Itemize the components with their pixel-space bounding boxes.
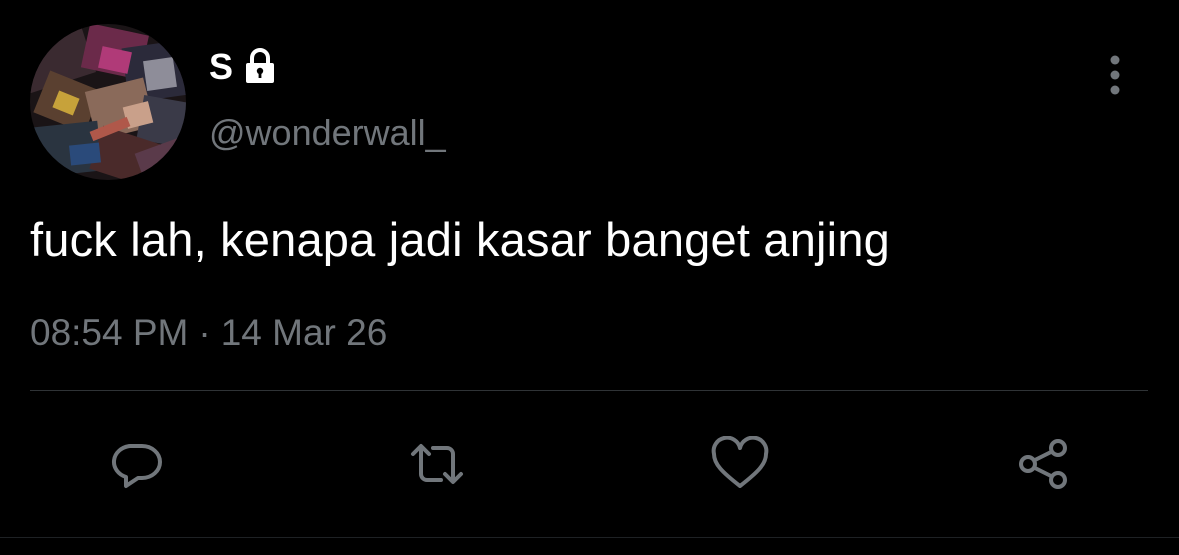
more-vertical-icon[interactable] xyxy=(1098,54,1132,98)
reply-bubble-icon xyxy=(112,444,162,488)
retweet-icon xyxy=(411,444,463,484)
user-handle[interactable]: @wonderwall_ xyxy=(209,112,446,154)
tweet-date: 14 Mar 26 xyxy=(220,312,388,353)
bottom-divider xyxy=(0,537,1179,538)
display-name[interactable]: S xyxy=(209,46,234,88)
tweet-text: fuck lah, kenapa jadi kasar banget anjin… xyxy=(30,213,891,266)
retweet-button[interactable] xyxy=(405,432,469,496)
like-button[interactable] xyxy=(708,432,772,496)
share-icon xyxy=(1019,439,1067,489)
lock-icon xyxy=(240,47,280,87)
divider xyxy=(30,390,1148,391)
tweet-time: 08:54 PM xyxy=(30,312,189,353)
share-button[interactable] xyxy=(1012,432,1076,496)
heart-icon xyxy=(711,436,769,488)
timestamp-separator: · xyxy=(198,312,211,353)
avatar[interactable] xyxy=(30,24,186,180)
user-name-row: S xyxy=(209,44,280,90)
reply-button[interactable] xyxy=(104,432,168,496)
tweet-timestamp[interactable]: 08:54 PM · 14 Mar 26 xyxy=(30,312,387,354)
tweet-card: S @wonderwall_ fuck lah, kenapa jadi kas… xyxy=(0,0,1179,555)
avatar-collage-image xyxy=(30,24,186,180)
